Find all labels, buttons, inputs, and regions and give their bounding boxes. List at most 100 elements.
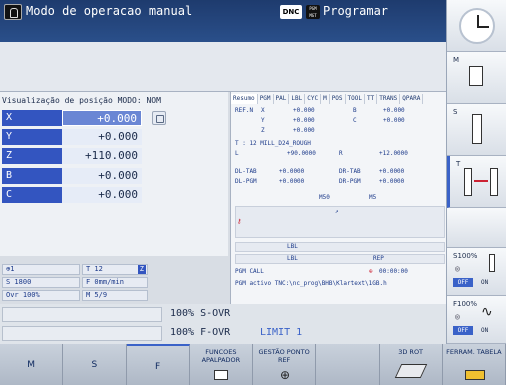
tool-value: T 12 bbox=[86, 265, 103, 273]
crosshair-icon: ⊕ bbox=[280, 368, 291, 382]
softkey-row: M S F FUNCOES APALPADOR GESTÃO PONTO REF… bbox=[0, 344, 506, 385]
dr-tab-value: +0.0000 bbox=[379, 168, 405, 175]
spindle-off-toggle[interactable]: OFF bbox=[453, 278, 473, 287]
r-value: +12.0000 bbox=[379, 150, 408, 157]
tilt-icon: ↗ bbox=[335, 208, 339, 215]
axis-row-y[interactable]: Y +0.000 bbox=[2, 129, 226, 145]
axis-value: +0.000 bbox=[62, 168, 142, 184]
softkey-m[interactable]: M bbox=[0, 344, 64, 385]
spindle-button[interactable]: S bbox=[447, 104, 506, 156]
softkey-preset-management[interactable]: GESTÃO PONTO REF ⊕ bbox=[253, 344, 317, 385]
clock-icon: ⊕ bbox=[369, 268, 373, 275]
clock-icon bbox=[459, 8, 495, 44]
clock-button[interactable] bbox=[447, 0, 506, 52]
position-header: Visualização de posição MODO: NOM bbox=[2, 96, 161, 105]
feed-off-toggle[interactable]: OFF bbox=[453, 326, 473, 335]
softkey-s[interactable]: S bbox=[63, 344, 127, 385]
softkey-f[interactable]: F bbox=[126, 344, 190, 385]
softkey-label: FERRAM. TABELA bbox=[446, 348, 502, 356]
spindle-icon bbox=[472, 114, 482, 144]
tool-left-icon bbox=[464, 168, 472, 196]
tool-table-icon bbox=[464, 370, 485, 380]
spindle-on-label: ON bbox=[481, 279, 489, 286]
rail-letter: M bbox=[453, 56, 460, 64]
tab-lbl[interactable]: LBL bbox=[289, 94, 306, 104]
m-function-button[interactable]: M bbox=[447, 52, 506, 104]
f-ovr-bar bbox=[2, 326, 162, 341]
l-label: L bbox=[235, 150, 239, 157]
ref-y-value: +0.000 bbox=[293, 117, 315, 124]
l-value: +90.0000 bbox=[287, 150, 316, 157]
tab-tool[interactable]: TOOL bbox=[346, 94, 365, 104]
m5-value: M5 bbox=[369, 194, 377, 201]
pgm-active: PGM activo TNC:\nc_prog\BHB\Klartext\1GB… bbox=[235, 280, 387, 287]
r-label: R bbox=[339, 150, 343, 157]
lbl-2: LBL bbox=[287, 255, 298, 262]
tab-m[interactable]: M bbox=[321, 94, 330, 104]
ref-y-label: Y bbox=[261, 117, 265, 124]
dl-tab-label: DL-TAB bbox=[235, 168, 257, 175]
axis-row-b[interactable]: B +0.000 bbox=[2, 168, 226, 184]
tab-pgm[interactable]: PGM bbox=[258, 94, 274, 104]
tool-axis-flag: Z bbox=[137, 265, 146, 274]
axis-row-c[interactable]: C +0.000 bbox=[2, 187, 226, 203]
spindle-override-button[interactable]: S100% ◎ OFF ON bbox=[447, 248, 506, 296]
program-mode-title[interactable]: Programar bbox=[323, 4, 388, 18]
pgm-mgt-badge: PGM MGT bbox=[306, 5, 320, 19]
softkey-label: F bbox=[155, 362, 161, 372]
rail-letter: T bbox=[456, 160, 461, 168]
tab-pal[interactable]: PAL bbox=[274, 94, 290, 104]
hand-icon bbox=[4, 4, 22, 20]
rail-empty-button[interactable] bbox=[447, 208, 506, 248]
operating-mode-title: Modo de operacao manual bbox=[26, 4, 193, 18]
axis-row-x[interactable]: X +0.000 bbox=[2, 110, 226, 126]
tool-length-arrow-icon bbox=[474, 180, 488, 182]
dnc-badge: DNC bbox=[280, 5, 302, 19]
title-bar: Modo de operacao manual DNC PGM MGT Prog… bbox=[0, 0, 446, 42]
tab-resumo[interactable]: Resumo bbox=[231, 94, 258, 104]
status-tabs: Resumo PGM PAL LBL CYC M POS TOOL TT TRA… bbox=[231, 94, 447, 104]
probe-icon bbox=[213, 370, 228, 380]
spindle-dial-icon: ◎ bbox=[455, 264, 460, 273]
dl-pgm-value: +0.0000 bbox=[279, 178, 305, 185]
lbl-1: LBL bbox=[287, 243, 298, 250]
softkey-probe-functions[interactable]: FUNCOES APALPADOR bbox=[190, 344, 253, 385]
axis-value: +110.000 bbox=[62, 148, 142, 164]
feed-wave-icon: ∿ bbox=[481, 304, 493, 320]
feed-on-label: ON bbox=[481, 327, 489, 334]
softkey-label: 3D ROT bbox=[398, 348, 424, 356]
axis-value: +0.000 bbox=[62, 110, 142, 126]
reference-lock-icon[interactable] bbox=[152, 111, 166, 125]
ref-z-label: Z bbox=[261, 127, 265, 134]
softkey-label: S bbox=[91, 360, 98, 370]
softkey-tool-table[interactable]: FERRAM. TABELA bbox=[443, 344, 506, 385]
tab-qpara[interactable]: QPARA bbox=[400, 94, 424, 104]
limit-indicator: LIMIT 1 bbox=[260, 327, 303, 338]
softkey-label: GESTÃO PONTO REF bbox=[258, 348, 310, 364]
spindle-mini-icon bbox=[489, 254, 495, 272]
ref-x-label: X bbox=[261, 107, 265, 114]
softkey-empty[interactable] bbox=[316, 344, 380, 385]
axis-status: ⊕1 bbox=[2, 264, 80, 275]
dl-pgm-label: DL-PGM bbox=[235, 178, 257, 185]
tab-tt[interactable]: TT bbox=[365, 94, 378, 104]
ref-label: REF.N bbox=[235, 107, 254, 114]
dr-tab-label: DR-TAB bbox=[339, 168, 361, 175]
tool-status: T 12 Z bbox=[82, 264, 148, 275]
mfunc-status: M 5/9 bbox=[82, 290, 148, 301]
m50-value: M50 bbox=[319, 194, 330, 201]
tab-cyc[interactable]: CYC bbox=[305, 94, 322, 104]
machine-rail: M S T S100% ◎ OFF ON F100% ◎ ∿ OFF ON bbox=[446, 0, 506, 344]
softkey-3d-rot[interactable]: 3D ROT bbox=[380, 344, 443, 385]
feed-dial-icon: ◎ bbox=[455, 312, 460, 321]
tool-button[interactable]: T bbox=[447, 156, 506, 208]
axis-value: +0.000 bbox=[62, 187, 142, 203]
tab-trans[interactable]: TRANS bbox=[377, 94, 401, 104]
feed-override-button[interactable]: F100% ◎ ∿ OFF ON bbox=[447, 296, 506, 344]
axis-row-z[interactable]: Z +110.000 bbox=[2, 148, 226, 164]
tool-line: T : 12 MILL_D24_ROUGH bbox=[235, 140, 311, 147]
softkey-label: FUNCOES APALPADOR bbox=[201, 348, 241, 364]
tab-pos[interactable]: POS bbox=[330, 94, 346, 104]
feed-override-label: F100% bbox=[453, 300, 478, 308]
lbl-row-1 bbox=[235, 242, 445, 252]
